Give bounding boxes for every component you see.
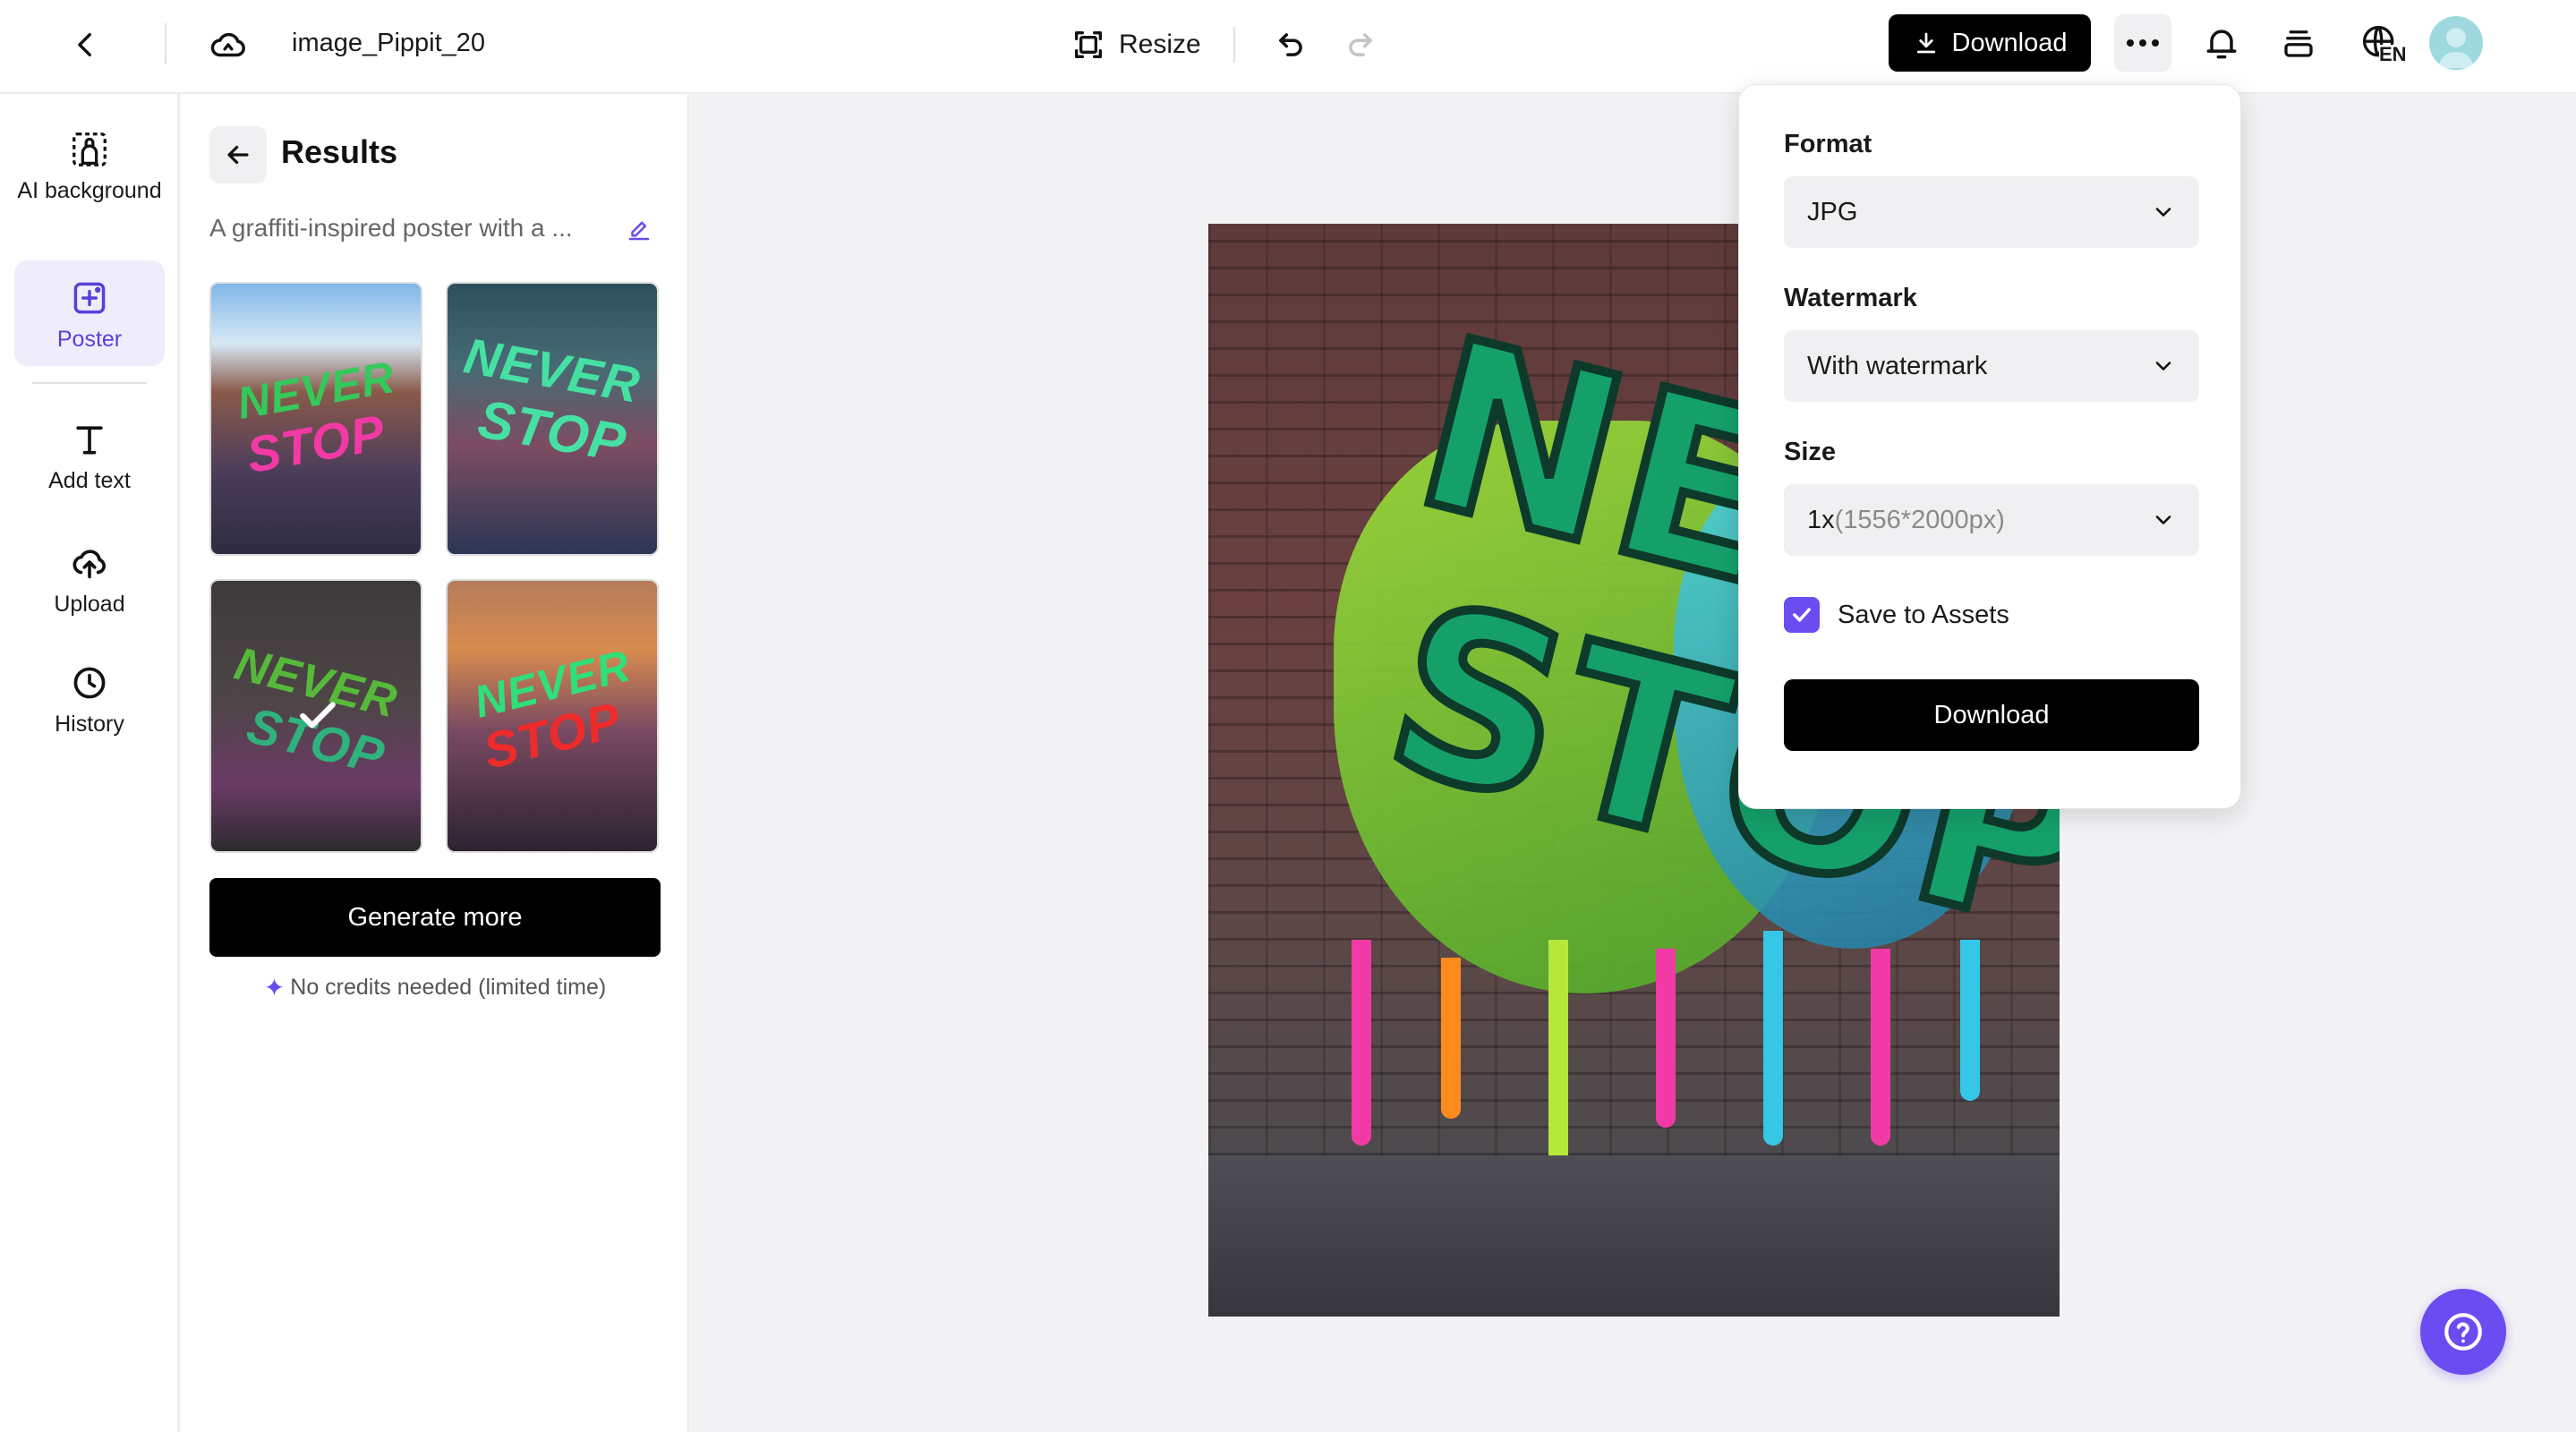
generate-more-button[interactable]: Generate more <box>209 878 661 957</box>
rail-item-label: AI background <box>17 178 162 203</box>
size-value: 1x <box>1807 505 1835 534</box>
file-name[interactable]: image_Pippit_20 <box>292 25 485 61</box>
result-thumbnail[interactable]: NEVER STOP <box>446 282 659 556</box>
rail-item-poster[interactable]: Poster <box>14 260 165 366</box>
rail-item-label: History <box>55 712 124 737</box>
text-icon <box>66 416 113 463</box>
rail-item-add-text[interactable]: Add text <box>14 407 165 506</box>
rail-item-label: Upload <box>54 592 125 617</box>
checkmark-icon <box>300 702 336 729</box>
paint-drip <box>1441 958 1461 1119</box>
poster-icon <box>66 275 113 321</box>
pencil-icon <box>628 221 650 241</box>
ai-background-icon <box>66 126 113 173</box>
download-label: Download <box>1951 28 2068 57</box>
avatar[interactable] <box>2429 16 2483 70</box>
watermark-select[interactable]: With watermark <box>1784 330 2199 402</box>
bell-icon <box>2206 30 2237 59</box>
back-button[interactable] <box>59 18 113 72</box>
notifications-button[interactable] <box>2195 16 2248 70</box>
paint-drip <box>1871 949 1890 1146</box>
poster-ground <box>1208 1155 2060 1317</box>
rail-item-ai-background[interactable]: AI background <box>14 121 165 246</box>
results-back-button[interactable] <box>209 126 267 183</box>
divider <box>165 23 166 64</box>
upload-icon <box>66 540 113 586</box>
divider <box>1233 27 1235 63</box>
language-code: EN <box>2379 43 2407 65</box>
format-label: Format <box>1784 130 1872 158</box>
result-thumbnail-selected[interactable]: NEVER STOP <box>209 579 422 853</box>
rail-item-history[interactable]: History <box>14 651 165 749</box>
chevron-down-icon <box>2155 516 2171 524</box>
arrow-left-icon <box>227 145 249 165</box>
size-label: Size <box>1784 438 1837 466</box>
prompt-text: A graffiti-inspired poster with a ... <box>209 214 573 242</box>
divider <box>32 382 147 384</box>
size-detail: (1556*2000px) <box>1834 505 2005 534</box>
size-value-group: 1x(1556*2000px) <box>1807 506 2005 535</box>
chevron-down-icon <box>2155 208 2171 217</box>
size-select[interactable]: 1x(1556*2000px) <box>1784 484 2199 556</box>
question-icon <box>2444 1313 2482 1351</box>
undo-button[interactable] <box>1266 18 1316 72</box>
checkmark-icon <box>1793 608 1811 622</box>
sparkle-icon: ✦ <box>263 974 286 1002</box>
chevron-left-icon <box>78 32 91 57</box>
rail-item-label: Poster <box>56 327 123 352</box>
paint-drip <box>1656 949 1676 1128</box>
left-toolbar: AI background Poster Add text Upload His… <box>0 94 179 1432</box>
credits-note-text: No credits needed (limited time) <box>290 975 607 1000</box>
more-icon <box>2127 39 2159 47</box>
paint-drip <box>1352 940 1371 1146</box>
rail-item-upload[interactable]: Upload <box>14 531 165 629</box>
more-options-button[interactable] <box>2114 14 2171 72</box>
language-button[interactable]: EN <box>2349 14 2411 72</box>
save-to-assets-row[interactable]: Save to Assets <box>1784 597 2009 633</box>
edit-prompt-button[interactable] <box>621 212 657 248</box>
format-value: JPG <box>1807 197 1858 226</box>
help-button[interactable] <box>2420 1289 2506 1375</box>
results-panel: Results A graffiti-inspired poster with … <box>181 94 689 1432</box>
watermark-value: With watermark <box>1807 351 1988 380</box>
download-button[interactable]: Download <box>1889 14 2091 72</box>
assets-button[interactable] <box>2272 16 2325 70</box>
undo-icon <box>1279 33 1302 56</box>
cloud-icon <box>210 32 245 57</box>
resize-icon <box>1075 31 1102 58</box>
save-to-assets-label: Save to Assets <box>1838 600 2009 629</box>
rail-item-label: Add text <box>48 468 131 493</box>
redo-button[interactable] <box>1335 18 1386 72</box>
results-title: Results <box>281 133 398 170</box>
format-select[interactable]: JPG <box>1784 176 2199 248</box>
popover-download-button[interactable]: Download <box>1784 679 2199 751</box>
resize-label: Resize <box>1119 30 1201 59</box>
download-popover: Format JPG Watermark With watermark Size… <box>1738 84 2241 809</box>
history-icon <box>66 660 113 706</box>
paint-drip <box>1763 931 1783 1146</box>
watermark-label: Watermark <box>1784 284 1917 312</box>
layers-icon <box>2284 30 2313 57</box>
paint-drip <box>1548 940 1568 1172</box>
download-icon <box>1916 32 1935 54</box>
chevron-down-icon <box>2155 362 2171 371</box>
save-to-assets-checkbox[interactable] <box>1784 597 1820 633</box>
result-thumbnail[interactable]: NEVER STOP <box>446 579 659 853</box>
top-bar: image_Pippit_20 Resize Download EN <box>0 0 2576 94</box>
result-thumbnail[interactable]: NEVER STOP <box>209 282 422 556</box>
resize-button[interactable]: Resize <box>1070 20 1201 70</box>
redo-icon <box>1349 33 1372 56</box>
credits-note: ✦ No credits needed (limited time) <box>209 973 661 1002</box>
cloud-sync-button[interactable] <box>199 18 258 72</box>
user-avatar-icon <box>2438 28 2474 68</box>
